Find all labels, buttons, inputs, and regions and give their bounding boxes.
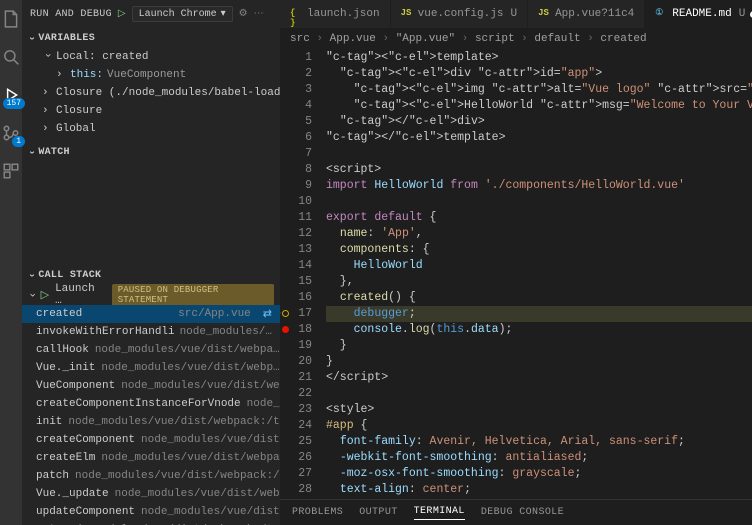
- scm-icon[interactable]: 1: [0, 122, 22, 144]
- stack-frame[interactable]: Vue._update node_modules/vue/dist/web…: [22, 485, 280, 503]
- editor-tab[interactable]: { }launch.json: [280, 0, 391, 28]
- breadcrumb-item[interactable]: "App.vue": [396, 33, 455, 45]
- debug-icon[interactable]: 157: [0, 84, 22, 106]
- chevron-down-icon: ›: [26, 272, 37, 278]
- breakpoint-hollow[interactable]: [282, 310, 289, 317]
- chevron-right-icon: ›: [56, 69, 66, 81]
- stack-frame[interactable]: createElm node_modules/vue/dist/webpa…: [22, 449, 280, 467]
- chevron-right-icon: ›: [42, 123, 52, 135]
- chevron-right-icon: ›: [42, 105, 52, 117]
- variables-section: ›VARIABLES ›Local: created ›this: VueCom…: [22, 28, 280, 138]
- watch-section: ›WATCH: [22, 138, 280, 162]
- editor-tabs: { }launch.jsonJSvue.config.jsUJSApp.vue?…: [280, 0, 752, 28]
- gear-icon[interactable]: ⚙: [239, 8, 248, 20]
- line-gutter: 12345678910111213141516▷1718192021222324…: [280, 50, 320, 499]
- stack-frame[interactable]: callHook node_modules/vue/dist/webpa…: [22, 341, 280, 359]
- breakpoint[interactable]: [282, 326, 289, 333]
- stack-frame[interactable]: Vue._init node_modules/vue/dist/webp…: [22, 359, 280, 377]
- variables-header[interactable]: ›VARIABLES: [22, 28, 280, 48]
- stack-frame[interactable]: get node_modules/vue/dist/webpack:/te…: [22, 521, 280, 525]
- more-icon[interactable]: ⋯: [254, 8, 264, 20]
- chevron-down-icon: ›: [41, 52, 53, 62]
- extensions-icon[interactable]: [0, 160, 22, 182]
- code-lines: "c-tag"><"c-el">template> "c-tag"><"c-el…: [320, 50, 752, 499]
- md-icon: ①: [655, 8, 667, 20]
- breadcrumb-item[interactable]: src: [290, 33, 310, 45]
- editor-tab[interactable]: JSvue.config.jsU: [391, 0, 528, 28]
- debug-sidebar: RUN AND DEBUG ▷ Launch Chrome▾ ⚙ ⋯ ›VARI…: [22, 0, 280, 525]
- breadcrumb-item[interactable]: default: [534, 33, 580, 45]
- files-icon[interactable]: [0, 8, 22, 30]
- editor-area: { }launch.jsonJSvue.config.jsUJSApp.vue?…: [280, 0, 752, 525]
- callstack-section: ›CALL STACK › ▷ Launch … PAUSED ON DEBUG…: [22, 265, 280, 525]
- stack-frame[interactable]: VueComponent node_modules/vue/dist/we…: [22, 377, 280, 395]
- chevron-down-icon: ▾: [221, 8, 226, 20]
- scope-global[interactable]: ›Global: [30, 120, 280, 138]
- scope-closure-2[interactable]: ›Closure: [30, 102, 280, 120]
- scope-closure-1[interactable]: ›Closure (./node_modules/babel-loader/li…: [30, 84, 280, 102]
- stack-frame[interactable]: init node_modules/vue/dist/webpack:/t…: [22, 413, 280, 431]
- stack-frame[interactable]: patch node_modules/vue/dist/webpack:/…: [22, 467, 280, 485]
- breadcrumb: src › App.vue › "App.vue" › script › def…: [280, 28, 752, 50]
- play-icon: ▷: [41, 288, 49, 302]
- scope-local[interactable]: ›Local: created: [30, 48, 280, 66]
- editor-tab[interactable]: JSApp.vue?11c4: [528, 0, 645, 28]
- stack-frame[interactable]: updateComponent node_modules/vue/dist/…: [22, 503, 280, 521]
- debug-badge: 157: [3, 98, 25, 109]
- stack-frame[interactable]: invokeWithErrorHandling node_modules/…: [22, 323, 280, 341]
- frame-tools[interactable]: ⇄: [263, 307, 272, 321]
- chevron-down-icon: ›: [26, 35, 37, 41]
- js-icon: JS: [401, 8, 413, 20]
- sidebar-title: RUN AND DEBUG: [30, 9, 112, 20]
- callstack-header[interactable]: ›CALL STACK: [22, 265, 280, 285]
- panel-tab-terminal[interactable]: TERMINAL: [414, 506, 465, 520]
- chevron-down-icon: ›: [26, 149, 37, 155]
- editor-tab[interactable]: ①README.mdU: [645, 0, 752, 28]
- breadcrumb-item[interactable]: script: [475, 33, 515, 45]
- code-editor[interactable]: 12345678910111213141516▷1718192021222324…: [280, 50, 752, 499]
- watch-header[interactable]: ›WATCH: [22, 142, 280, 162]
- sidebar-header: RUN AND DEBUG ▷ Launch Chrome▾ ⚙ ⋯: [22, 0, 280, 28]
- json-icon: { }: [290, 8, 302, 20]
- callstack-list: created src/App.vue⇄invokeWithErrorHandl…: [22, 305, 280, 525]
- variable-this[interactable]: ›this: VueComponent: [30, 66, 280, 84]
- js-icon: JS: [538, 8, 550, 20]
- launch-config-dropdown[interactable]: Launch Chrome▾: [132, 6, 233, 22]
- breadcrumb-item[interactable]: App.vue: [330, 33, 376, 45]
- stack-frame[interactable]: createComponentInstanceForVnode node_…: [22, 395, 280, 413]
- panel-tabs: PROBLEMS OUTPUT TERMINAL DEBUG CONSOLE: [280, 499, 752, 525]
- scm-badge: 1: [12, 136, 25, 147]
- search-icon[interactable]: [0, 46, 22, 68]
- start-debug-icon[interactable]: ▷: [118, 8, 126, 20]
- panel-tab-debug-console[interactable]: DEBUG CONSOLE: [481, 507, 564, 518]
- activity-bar: 157 1: [0, 0, 22, 525]
- stack-frame[interactable]: created src/App.vue⇄: [22, 305, 280, 323]
- chevron-right-icon: ›: [42, 87, 52, 99]
- chevron-down-icon: ›: [25, 292, 37, 299]
- pause-reason: PAUSED ON DEBUGGER STATEMENT: [112, 284, 274, 306]
- panel-tab-output[interactable]: OUTPUT: [359, 507, 397, 518]
- breadcrumb-item[interactable]: created: [600, 33, 646, 45]
- callstack-session[interactable]: › ▷ Launch … PAUSED ON DEBUGGER STATEMEN…: [22, 285, 280, 305]
- panel-tab-problems[interactable]: PROBLEMS: [292, 507, 343, 518]
- stack-frame[interactable]: createComponent node_modules/vue/dist/…: [22, 431, 280, 449]
